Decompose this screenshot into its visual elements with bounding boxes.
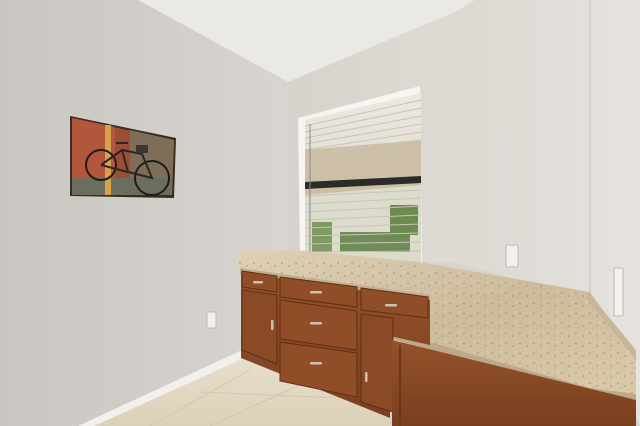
cabinet-door-right[interactable] [360,313,394,413]
kitchen-desk-photo [0,0,640,426]
wall-outlet-back [505,244,519,268]
wall-outlet-right [613,267,624,317]
wall-outlet-left [206,311,217,329]
room-scene [0,0,640,426]
